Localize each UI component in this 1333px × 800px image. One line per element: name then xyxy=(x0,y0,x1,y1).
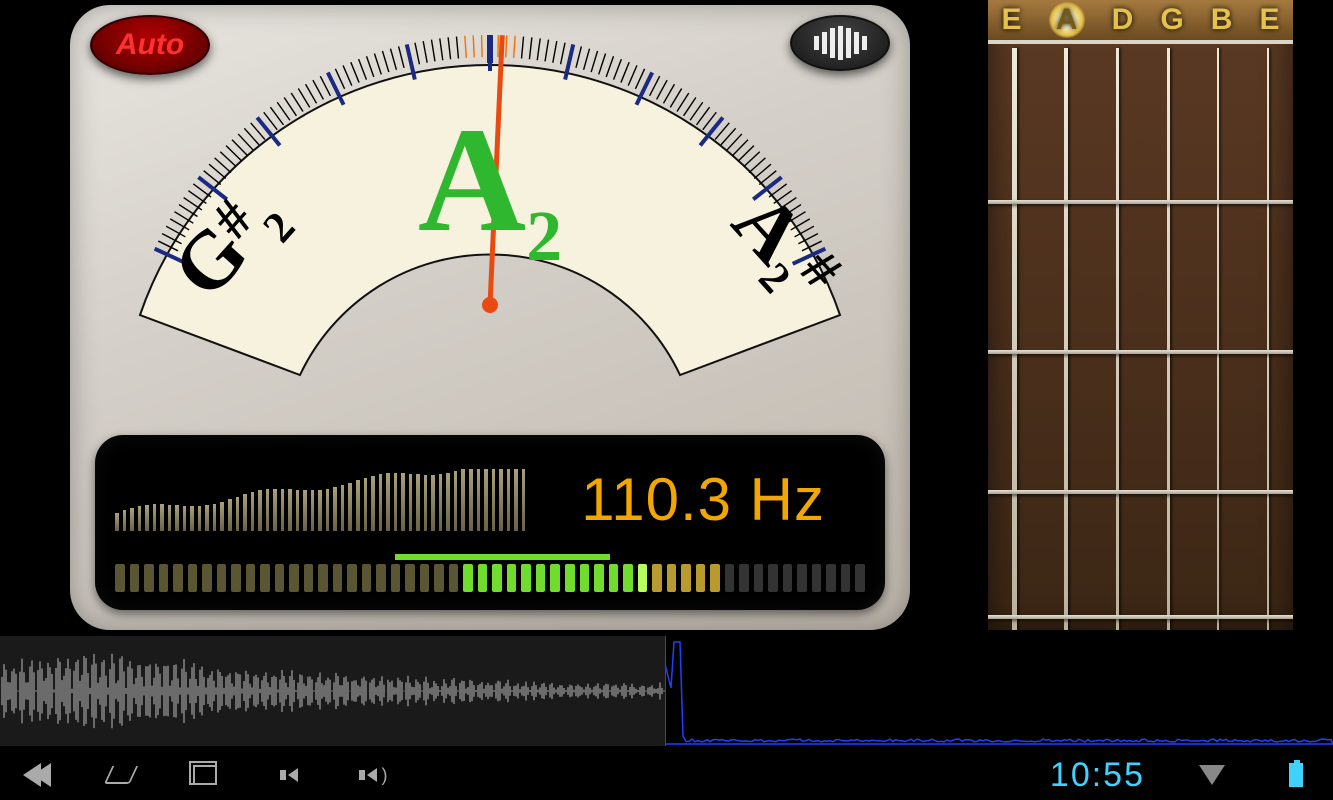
frequency-display: 110.3 Hz xyxy=(95,435,885,610)
meter-note-center: A2 xyxy=(418,105,562,255)
fret-wire-icon xyxy=(988,615,1293,619)
string-select-g-3[interactable]: G xyxy=(1160,3,1183,37)
battery-icon xyxy=(1279,758,1313,792)
fret-wire-icon xyxy=(988,200,1293,204)
frequency-value: 110.3 Hz xyxy=(581,465,825,534)
guitar-strings-icon xyxy=(988,48,1293,630)
string-select-d-2[interactable]: D xyxy=(1112,3,1134,37)
string-select-a-1[interactable]: A xyxy=(1049,2,1085,38)
tuning-progress-bar xyxy=(395,554,610,560)
tuner-app: Auto G#2 A2 A2# xyxy=(0,0,1333,800)
volume-down-button[interactable] xyxy=(272,758,306,792)
home-button[interactable] xyxy=(104,758,138,792)
recent-apps-button[interactable] xyxy=(188,758,222,792)
back-button[interactable] xyxy=(20,758,54,792)
vu-spectrum-icon xyxy=(115,469,525,531)
fret-wire-icon xyxy=(988,350,1293,354)
waveform-display xyxy=(0,636,665,746)
volume-up-button[interactable]: ) xyxy=(356,758,390,792)
string-select-e-5[interactable]: E xyxy=(1259,3,1279,37)
string-select-b-4[interactable]: B xyxy=(1211,3,1233,37)
fret-wire-icon xyxy=(988,490,1293,494)
android-navbar: ) 10:55 xyxy=(0,750,1333,800)
string-select-e-0[interactable]: E xyxy=(1002,3,1022,37)
guitar-fretboard: EADGBE xyxy=(988,0,1293,630)
status-clock: 10:55 xyxy=(1050,756,1145,795)
wifi-icon xyxy=(1195,758,1229,792)
string-selector-nut: EADGBE xyxy=(988,0,1293,44)
spectrum-display xyxy=(665,636,1333,746)
cents-bar-icon xyxy=(115,564,865,592)
meter-panel: Auto G#2 A2 A2# xyxy=(70,5,910,630)
